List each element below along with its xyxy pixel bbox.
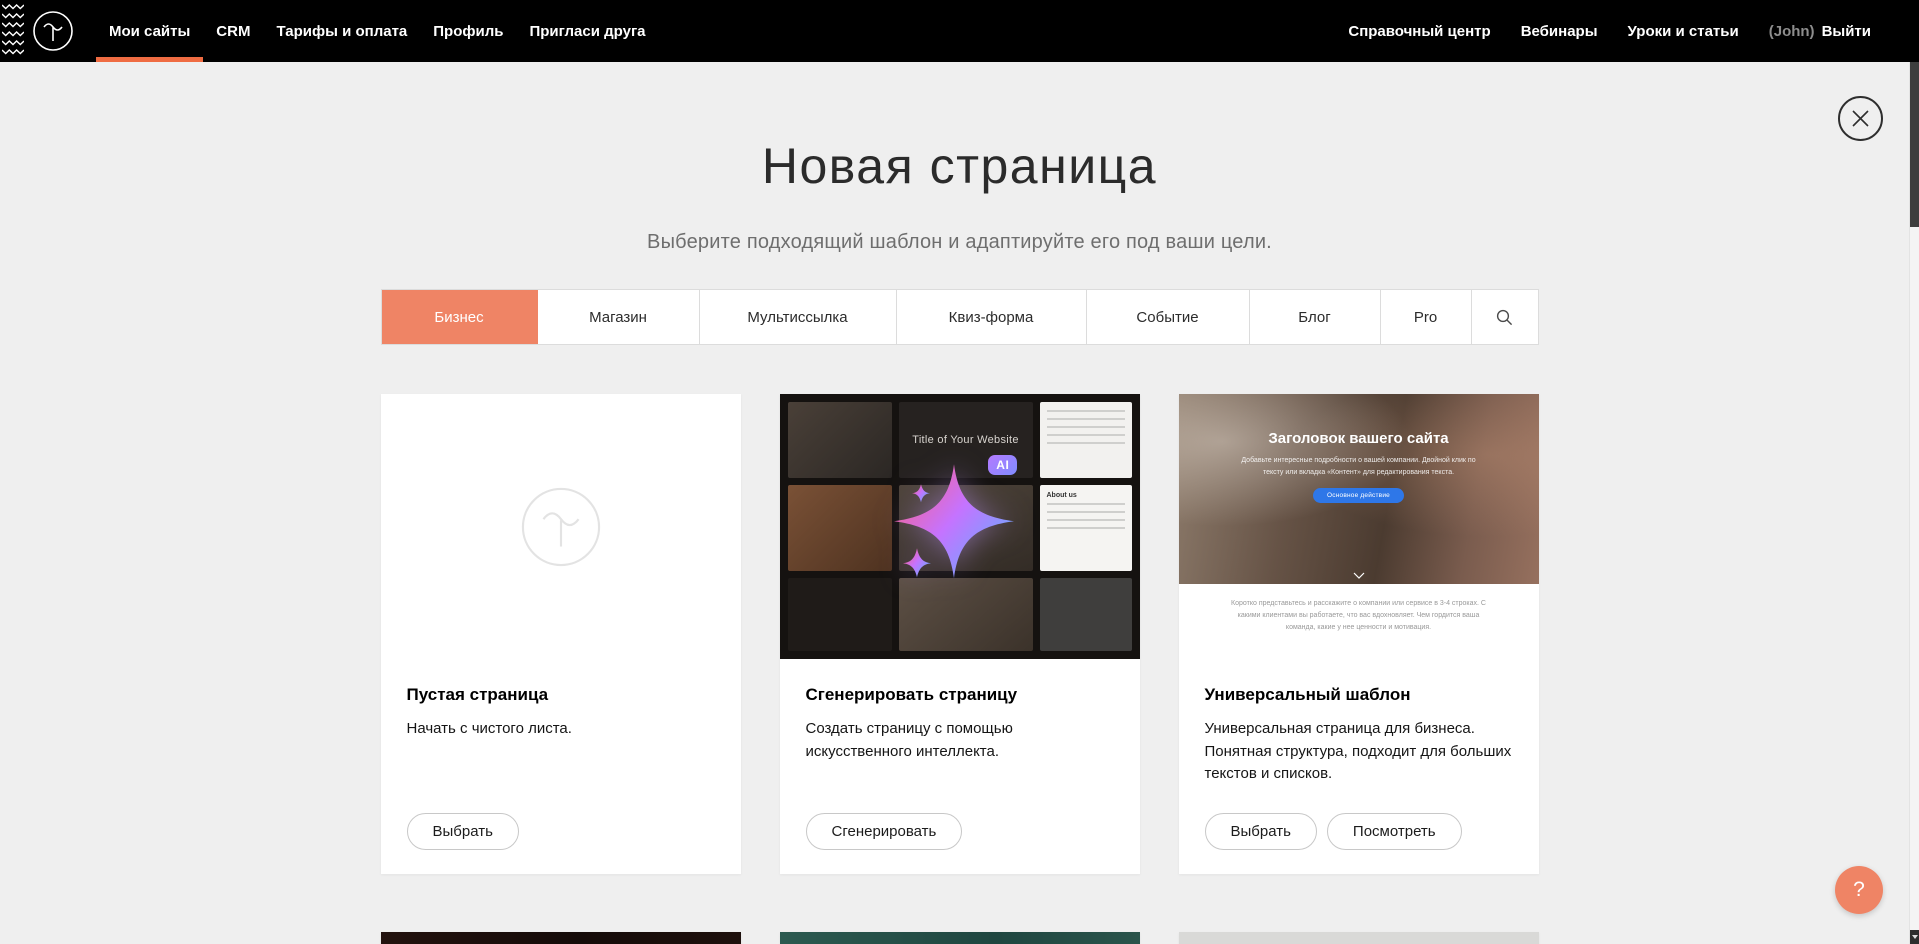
- tab-event[interactable]: Событие: [1087, 290, 1250, 344]
- tilda-watermark-icon: [520, 486, 602, 568]
- nav-item-invite-friend[interactable]: Пригласи друга: [516, 0, 658, 62]
- card-actions: Сгенерировать: [806, 795, 1114, 850]
- top-navigation-bar: Мои сайты CRM Тарифы и оплата Профиль Пр…: [0, 0, 1919, 62]
- template-card-partial[interactable]: [1179, 932, 1539, 944]
- card-description: Создать страницу с помощью искусственног…: [806, 718, 1114, 763]
- card-actions: Выбрать Посмотреть: [1205, 795, 1513, 850]
- preview-site-title: Title of Your Website: [912, 434, 1019, 446]
- view-template-button[interactable]: Посмотреть: [1327, 813, 1462, 850]
- search-icon: [1496, 309, 1513, 326]
- template-hero-heading: Заголовок вашего сайта: [1268, 430, 1448, 447]
- choose-template-button[interactable]: Выбрать: [1205, 813, 1317, 850]
- new-page-dialog: Новая страница Выберите подходящий шабло…: [0, 138, 1919, 944]
- page-title: Новая страница: [0, 138, 1919, 195]
- nav-item-help-center[interactable]: Справочный центр: [1348, 23, 1490, 40]
- card-actions: Выбрать: [407, 795, 715, 850]
- nav-item-tariffs[interactable]: Тарифы и оплата: [263, 0, 420, 62]
- template-preview-partial: [780, 932, 1140, 944]
- mosaic-photo-tile: [788, 402, 892, 478]
- template-card-partial[interactable]: [381, 932, 741, 944]
- tilda-logo[interactable]: [32, 10, 74, 52]
- template-category-tabs: Бизнес Магазин Мультиссылка Квиз-форма С…: [381, 289, 1539, 345]
- mosaic-about-tile: About us: [1040, 485, 1132, 571]
- ai-generate-card: Title of Your Website About us: [780, 394, 1140, 874]
- tilda-logo-icon: [32, 10, 74, 52]
- close-button[interactable]: [1838, 96, 1883, 141]
- tab-shop[interactable]: Магазин: [538, 290, 700, 344]
- template-preview-partial: [381, 932, 741, 944]
- tab-search[interactable]: [1472, 290, 1538, 344]
- placeholder-lines: [1047, 503, 1125, 529]
- main-navigation: Мои сайты CRM Тарифы и оплата Профиль Пр…: [96, 0, 659, 62]
- mosaic-photo-tile: [1040, 578, 1132, 651]
- ai-generate-preview[interactable]: Title of Your Website About us: [780, 394, 1140, 659]
- tilda-squiggle-pattern: [0, 0, 26, 62]
- nav-item-profile[interactable]: Профиль: [420, 0, 516, 62]
- card-title: Пустая страница: [407, 685, 715, 705]
- logout-link[interactable]: (John) Выйти: [1769, 23, 1871, 40]
- template-preview-partial: [1179, 932, 1539, 944]
- placeholder-lines: [1047, 410, 1125, 444]
- logout-label: Выйти: [1822, 23, 1871, 40]
- secondary-navigation: Справочный центр Вебинары Уроки и статьи…: [1348, 0, 1919, 62]
- tab-quiz-form[interactable]: Квиз-форма: [897, 290, 1087, 344]
- universal-template-preview[interactable]: Заголовок вашего сайта Добавьте интересн…: [1179, 394, 1539, 659]
- nav-item-crm[interactable]: CRM: [203, 0, 263, 62]
- page-subtitle: Выберите подходящий шаблон и адаптируйте…: [0, 231, 1919, 254]
- template-body-text: Коротко представьтесь и расскажите о ком…: [1179, 584, 1539, 659]
- mosaic-photo-tile: [788, 485, 892, 571]
- nav-item-webinars[interactable]: Вебинары: [1521, 23, 1598, 40]
- template-card-partial[interactable]: [780, 932, 1140, 944]
- scrollbar-thumb[interactable]: [1910, 62, 1919, 227]
- tab-multilink[interactable]: Мультиссылка: [700, 290, 897, 344]
- template-cta-button: Основное действие: [1313, 488, 1404, 503]
- scrollbar[interactable]: [1909, 62, 1919, 944]
- tab-blog[interactable]: Блог: [1250, 290, 1381, 344]
- template-cards-row-partial: [381, 932, 1539, 944]
- tab-pro[interactable]: Pro: [1381, 290, 1472, 344]
- blank-page-preview[interactable]: [381, 394, 741, 659]
- scrollbar-down-arrow[interactable]: [1910, 930, 1919, 944]
- about-us-label: About us: [1047, 492, 1125, 499]
- template-hero-subtext: Добавьте интересные подробности о вашей …: [1236, 455, 1481, 478]
- mosaic-photo-tile: [788, 578, 892, 651]
- ai-badge: AI: [988, 455, 1017, 475]
- card-title: Универсальный шаблон: [1205, 685, 1513, 705]
- card-description: Универсальная страница для бизнеса. Поня…: [1205, 718, 1513, 786]
- user-name: (John): [1769, 23, 1815, 40]
- blank-page-card: Пустая страница Начать с чистого листа. …: [381, 394, 741, 874]
- template-cards-row: Пустая страница Начать с чистого листа. …: [381, 394, 1539, 874]
- nav-item-my-sites[interactable]: Мои сайты: [96, 0, 203, 62]
- template-hero: Заголовок вашего сайта Добавьте интересн…: [1179, 394, 1539, 584]
- choose-blank-button[interactable]: Выбрать: [407, 813, 519, 850]
- chevron-down-icon: [1353, 572, 1365, 579]
- universal-template-card: Заголовок вашего сайта Добавьте интересн…: [1179, 394, 1539, 874]
- help-button[interactable]: ?: [1835, 866, 1883, 914]
- mosaic-text-tile: [1040, 402, 1132, 478]
- card-description: Начать с чистого листа.: [407, 718, 715, 741]
- nav-item-lessons[interactable]: Уроки и статьи: [1628, 23, 1739, 40]
- tab-business[interactable]: Бизнес: [382, 290, 538, 344]
- close-icon: [1852, 110, 1869, 127]
- card-title: Сгенерировать страницу: [806, 685, 1114, 705]
- generate-button[interactable]: Сгенерировать: [806, 813, 963, 850]
- zigzag-icon: [2, 2, 24, 60]
